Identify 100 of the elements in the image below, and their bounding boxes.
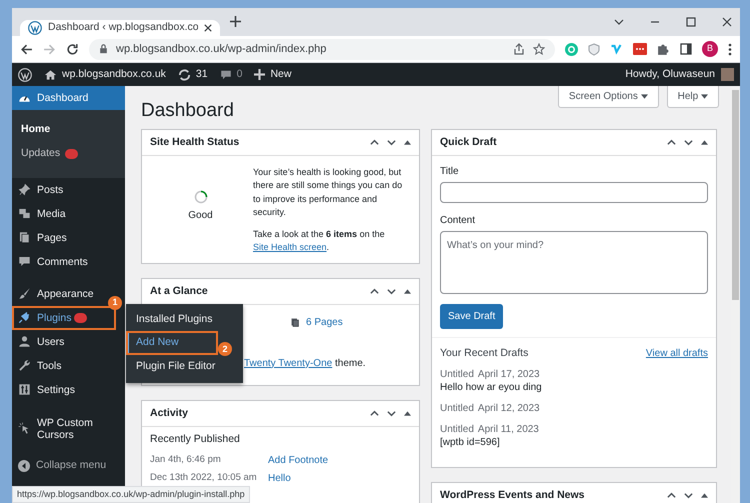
submenu-item[interactable]: Home [12, 118, 60, 142]
post-link[interactable]: Add Footnote [268, 452, 328, 468]
draft-title-link[interactable]: Untitled [440, 422, 474, 436]
widget-title: Activity [150, 407, 188, 420]
plus-icon[interactable] [230, 16, 241, 28]
new-content-link[interactable]: New [270, 66, 292, 82]
browser-tab[interactable]: Dashboard ‹ wp.blogsandbox.co [20, 20, 220, 36]
pages-count-link[interactable]: 6 Pages [306, 314, 343, 330]
address-bar[interactable]: wp.blogsandbox.co.uk/wp-admin/index.php [89, 38, 555, 60]
submenu-item[interactable]: Plugin File Editor [126, 355, 243, 379]
comments-count[interactable]: 0 [236, 66, 242, 82]
step-number-badge: 1 [108, 296, 122, 310]
speech-bubble-icon [18, 255, 31, 268]
sidebar-menu-item[interactable]: Tools [12, 354, 113, 378]
page-title: Dashboard [141, 100, 234, 123]
collapse-menu-button[interactable]: Collapse menu [12, 454, 112, 478]
draft-title-link[interactable]: Untitled [440, 368, 474, 381]
site-health-link[interactable]: Site Health screen [253, 242, 327, 252]
content-textarea[interactable]: What’s on your mind? [440, 230, 708, 294]
dropdown-tab-button[interactable]: Help [666, 86, 719, 108]
sliders-icon [18, 383, 31, 396]
move-down-icon[interactable] [387, 286, 396, 296]
collapse-toggle-icon[interactable] [404, 288, 411, 294]
move-up-icon[interactable] [370, 138, 379, 147]
draft-excerpt: Hello how ar eyou ding [440, 380, 543, 394]
plug-icon [18, 311, 31, 324]
move-down-icon[interactable] [684, 490, 693, 500]
move-down-icon[interactable] [684, 138, 693, 147]
field-label: Content [440, 214, 476, 228]
reload-icon[interactable] [66, 42, 79, 56]
back-arrow-icon[interactable] [20, 42, 33, 56]
sidebar-menu-item[interactable]: Pages [12, 226, 113, 250]
wrench-icon [18, 359, 31, 372]
home-icon[interactable] [44, 68, 57, 80]
media-icon [18, 207, 31, 220]
draft-title-link[interactable]: Untitled [440, 402, 474, 415]
close-icon[interactable] [204, 24, 212, 32]
collapse-toggle-icon[interactable] [701, 492, 708, 498]
extension-icon[interactable] [633, 43, 647, 55]
sidebar-menu-item[interactable]: Settings [12, 378, 113, 402]
scrollbar-thumb[interactable] [732, 90, 739, 300]
wordpress-logo-icon[interactable] [18, 68, 32, 82]
sidebar-menu-item[interactable]: Posts [12, 178, 113, 202]
save-draft-button[interactable]: Save Draft [440, 304, 504, 329]
pushpin-icon [18, 183, 31, 196]
speech-bubble-icon[interactable] [220, 68, 232, 80]
step-number-badge: 2 [218, 342, 232, 356]
widget-title: At a Glance [150, 285, 208, 298]
star-icon[interactable] [533, 43, 545, 55]
widget-title: Quick Draft [440, 136, 497, 149]
move-up-icon[interactable] [667, 490, 676, 500]
collapse-toggle-icon[interactable] [404, 140, 411, 145]
submenu-item[interactable]: Updates [12, 142, 70, 166]
submenu-item[interactable]: Add New [126, 331, 218, 355]
widget-title: Site Health Status [150, 136, 240, 149]
move-down-icon[interactable] [387, 408, 396, 418]
dropdown-tab-button[interactable]: Screen Options [558, 86, 659, 108]
side-panel-icon[interactable] [680, 43, 692, 55]
close-icon[interactable] [722, 17, 732, 27]
sidebar-menu-item[interactable]: Media [12, 202, 113, 226]
wordpress-logo-icon [28, 21, 42, 36]
move-up-icon[interactable] [370, 408, 379, 418]
cursor-icon [18, 422, 31, 435]
theme-sentence: Twenty Twenty-One theme. [244, 356, 367, 371]
sidebar-menu-item[interactable]: WP Custom Cursors [12, 410, 113, 448]
post-link[interactable]: Hello [268, 470, 291, 486]
title-input[interactable] [440, 182, 708, 203]
puzzle-icon[interactable] [657, 42, 670, 56]
updates-count[interactable]: 31 [196, 66, 208, 82]
user-icon [18, 335, 31, 348]
sidebar-menu-item[interactable]: Users [12, 330, 113, 354]
share-icon[interactable] [513, 43, 525, 55]
caret-icon [640, 94, 648, 99]
scrollbar[interactable] [731, 86, 740, 503]
theme-link[interactable]: Twenty Twenty-One [244, 358, 332, 369]
chevron-down-icon[interactable] [614, 17, 624, 27]
site-name-link[interactable]: wp.blogsandbox.co.uk [62, 66, 166, 82]
draft-date: April 11, 2023 [478, 422, 539, 436]
paintbrush-icon [18, 287, 31, 300]
move-down-icon[interactable] [387, 138, 396, 147]
more-menu-icon[interactable] [728, 42, 732, 56]
move-up-icon[interactable] [370, 286, 379, 296]
refresh-icon[interactable] [178, 68, 191, 80]
shield-icon[interactable] [588, 42, 600, 56]
collapse-toggle-icon[interactable] [701, 140, 708, 145]
field-label: Title [440, 164, 460, 179]
move-up-icon[interactable] [667, 138, 676, 147]
post-date: Dec 13th 2022, 10:05 am [150, 470, 258, 485]
draft-excerpt: [wptb id=596] [440, 436, 501, 449]
collapse-toggle-icon[interactable] [404, 410, 411, 416]
maximize-icon[interactable] [686, 17, 696, 27]
sidebar-menu-item[interactable]: Comments [12, 250, 113, 274]
profile-avatar[interactable]: B [702, 41, 718, 57]
submenu-item[interactable]: Installed Plugins [126, 308, 243, 332]
health-summary: Your site’s health is looking good, but there are still some things you can do to improve its performance and security. [253, 166, 404, 220]
collapse-icon [18, 460, 30, 472]
greeting-text[interactable]: Howdy, Oluwaseun [625, 66, 715, 82]
view-all-drafts-link[interactable]: View all drafts [646, 346, 708, 362]
sidebar-menu-item[interactable]: Dashboard [12, 86, 125, 110]
draft-date: April 17, 2023 [478, 368, 540, 381]
